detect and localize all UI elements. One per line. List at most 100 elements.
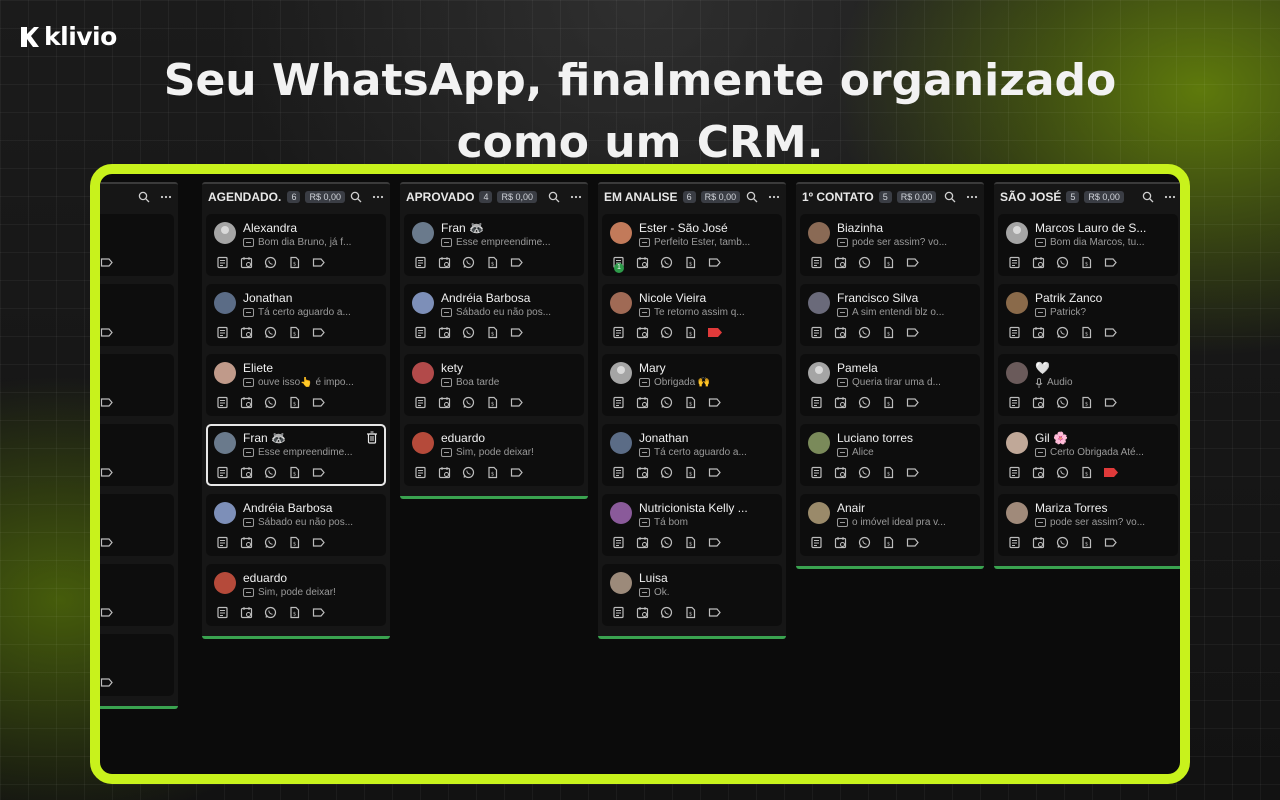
notes-icon[interactable]: [810, 396, 823, 409]
schedule-icon[interactable]: [834, 326, 847, 339]
document-icon[interactable]: $: [1080, 256, 1093, 269]
schedule-icon[interactable]: [636, 256, 649, 269]
schedule-icon[interactable]: [636, 466, 649, 479]
tag-icon[interactable]: [1104, 326, 1117, 339]
schedule-icon[interactable]: [1032, 256, 1045, 269]
more-options-icon[interactable]: [570, 195, 582, 199]
trash-icon[interactable]: [366, 431, 378, 444]
schedule-icon[interactable]: [240, 256, 253, 269]
contact-card[interactable]: Ester - São José Perfeito Ester, tamb...…: [602, 214, 782, 276]
avatar[interactable]: [412, 292, 434, 314]
whatsapp-icon[interactable]: [858, 256, 871, 269]
notes-icon[interactable]: [810, 536, 823, 549]
notes-icon[interactable]: [414, 326, 427, 339]
document-icon[interactable]: $: [486, 396, 499, 409]
notes-icon[interactable]: [414, 256, 427, 269]
tag-icon[interactable]: [312, 256, 325, 269]
schedule-icon[interactable]: [834, 396, 847, 409]
tag-icon[interactable]: [312, 326, 325, 339]
notes-icon[interactable]: [414, 466, 427, 479]
notes-icon[interactable]: [612, 536, 625, 549]
whatsapp-icon[interactable]: [264, 256, 277, 269]
tag-icon[interactable]: [906, 466, 919, 479]
schedule-icon[interactable]: [1032, 326, 1045, 339]
search-icon[interactable]: [350, 191, 362, 203]
tag-icon[interactable]: [906, 256, 919, 269]
notes-icon[interactable]: [612, 396, 625, 409]
document-icon[interactable]: $: [486, 466, 499, 479]
schedule-icon[interactable]: [438, 466, 451, 479]
contact-card[interactable]: Jonathan Tá certo aguardo a... $: [206, 284, 386, 346]
contact-card[interactable]: tor de... $: [100, 214, 174, 276]
tag-icon[interactable]: [708, 328, 722, 337]
avatar[interactable]: [610, 502, 632, 524]
contact-card[interactable]: 6-964 $: [100, 634, 174, 696]
tag-icon[interactable]: [906, 396, 919, 409]
notes-icon[interactable]: [1008, 396, 1021, 409]
avatar[interactable]: [1006, 502, 1028, 524]
notes-icon[interactable]: [1008, 536, 1021, 549]
notes-icon[interactable]: [810, 466, 823, 479]
tag-icon[interactable]: [708, 536, 721, 549]
search-icon[interactable]: [746, 191, 758, 203]
avatar[interactable]: [412, 432, 434, 454]
schedule-icon[interactable]: [636, 326, 649, 339]
schedule-icon[interactable]: [1032, 466, 1045, 479]
avatar[interactable]: [1006, 292, 1028, 314]
whatsapp-icon[interactable]: [660, 536, 673, 549]
tag-icon[interactable]: [510, 466, 523, 479]
tag-icon[interactable]: [510, 326, 523, 339]
document-icon[interactable]: $: [882, 466, 895, 479]
whatsapp-icon[interactable]: [264, 326, 277, 339]
tag-icon[interactable]: [100, 396, 113, 409]
document-icon[interactable]: $: [288, 466, 301, 479]
avatar[interactable]: [412, 362, 434, 384]
contact-card[interactable]: $: [100, 354, 174, 416]
whatsapp-icon[interactable]: [1056, 396, 1069, 409]
contact-card[interactable]: Fran 🦝 Esse empreendime... $: [206, 424, 386, 486]
schedule-icon[interactable]: [834, 256, 847, 269]
schedule-icon[interactable]: [1032, 536, 1045, 549]
whatsapp-icon[interactable]: [858, 396, 871, 409]
tag-icon[interactable]: [312, 396, 325, 409]
document-icon[interactable]: $: [684, 326, 697, 339]
contact-card[interactable]: Luciano torres Alice $: [800, 424, 980, 486]
notes-icon[interactable]: [1008, 326, 1021, 339]
schedule-icon[interactable]: [834, 536, 847, 549]
whatsapp-icon[interactable]: [660, 396, 673, 409]
tag-icon[interactable]: [906, 326, 919, 339]
avatar[interactable]: [610, 292, 632, 314]
whatsapp-icon[interactable]: [660, 466, 673, 479]
avatar[interactable]: [808, 222, 830, 244]
tag-icon[interactable]: [510, 256, 523, 269]
schedule-icon[interactable]: [1032, 396, 1045, 409]
document-icon[interactable]: $: [684, 536, 697, 549]
whatsapp-icon[interactable]: [264, 466, 277, 479]
tag-icon[interactable]: [312, 536, 325, 549]
tag-icon[interactable]: [100, 466, 113, 479]
contact-card[interactable]: Andréia Barbosa Sábado eu não pos... $: [206, 494, 386, 556]
tag-icon[interactable]: [1104, 536, 1117, 549]
whatsapp-icon[interactable]: [1056, 536, 1069, 549]
whatsapp-icon[interactable]: [660, 606, 673, 619]
avatar[interactable]: [808, 362, 830, 384]
document-icon[interactable]: $: [684, 466, 697, 479]
contact-card[interactable]: josé iene, tu... $: [100, 564, 174, 626]
contact-card[interactable]: kety Boa tarde $: [404, 354, 584, 416]
tag-icon[interactable]: [100, 256, 113, 269]
document-icon[interactable]: $: [882, 256, 895, 269]
notes-icon[interactable]: [1008, 256, 1021, 269]
document-icon[interactable]: $: [684, 256, 697, 269]
notes-icon[interactable]: [216, 536, 229, 549]
contact-card[interactable]: eduardo Sim, pode deixar! $: [404, 424, 584, 486]
avatar[interactable]: [808, 432, 830, 454]
avatar[interactable]: [1006, 362, 1028, 384]
avatar[interactable]: [610, 222, 632, 244]
document-icon[interactable]: $: [288, 606, 301, 619]
whatsapp-icon[interactable]: [264, 536, 277, 549]
more-options-icon[interactable]: [966, 195, 978, 199]
whatsapp-icon[interactable]: [1056, 326, 1069, 339]
notes-icon[interactable]: [216, 396, 229, 409]
whatsapp-icon[interactable]: [462, 326, 475, 339]
avatar[interactable]: [214, 432, 236, 454]
